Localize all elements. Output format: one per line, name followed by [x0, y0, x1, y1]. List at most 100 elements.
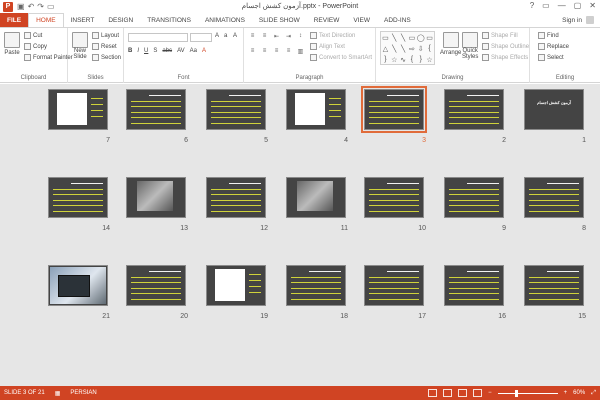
bullets-icon[interactable]: ≡ — [248, 33, 257, 40]
shadow-button[interactable]: S — [153, 48, 157, 54]
quick-styles-button[interactable]: Quick Styles — [462, 32, 478, 60]
line-shape-icon[interactable]: ╲ — [401, 34, 405, 42]
select-button[interactable]: Select — [538, 54, 564, 61]
brace-shape-icon[interactable]: { — [428, 45, 430, 52]
layout-button[interactable]: Layout — [92, 32, 119, 39]
zoom-slider-thumb[interactable] — [514, 389, 518, 397]
rect-shape-icon[interactable]: ▭ — [409, 34, 416, 42]
tab-slide-show[interactable]: SLIDE SHOW — [252, 13, 307, 27]
sign-in[interactable]: Sign in — [562, 16, 594, 24]
strikethrough-button[interactable]: abc — [162, 48, 172, 54]
slide-thumbnail[interactable] — [126, 177, 186, 218]
justify-icon[interactable]: ≡ — [284, 48, 293, 55]
shapes-gallery[interactable]: ▭ ╲ ╲ ▭ ◯ ▭ △ ╲ ╲ ⇨ ⇩{ } ☆ ∿{} ☆ — [380, 31, 435, 65]
italic-button[interactable]: I — [137, 48, 139, 54]
slide-thumbnail[interactable] — [361, 86, 427, 133]
zoom-out-icon[interactable]: − — [488, 390, 492, 396]
normal-view-icon[interactable] — [428, 389, 438, 397]
text-direction-button[interactable]: Text Direction — [310, 32, 355, 39]
decrease-indent-icon[interactable]: ⇤ — [272, 33, 281, 40]
tab-insert[interactable]: INSERT — [64, 13, 102, 27]
line-shape-icon[interactable]: ╲ — [401, 45, 405, 53]
align-text-button[interactable]: Align Text — [310, 43, 345, 50]
rect-shape-icon[interactable]: ▭ — [426, 34, 433, 42]
brace-shape-icon[interactable]: } — [420, 56, 422, 63]
change-case-button[interactable]: Aa — [190, 48, 197, 54]
slideshow-view-icon[interactable] — [473, 389, 483, 397]
new-slide-button[interactable]: New Slide — [72, 32, 88, 60]
brace-shape-icon[interactable]: { — [411, 56, 413, 63]
slide-thumbnail[interactable] — [444, 89, 504, 130]
zoom-level[interactable]: 60% — [573, 390, 585, 396]
slide-thumbnail[interactable] — [364, 265, 424, 306]
increase-indent-icon[interactable]: ⇥ — [284, 33, 293, 40]
zoom-in-icon[interactable]: + — [564, 390, 568, 396]
section-button[interactable]: Section — [92, 54, 121, 61]
reading-view-icon[interactable] — [458, 389, 468, 397]
find-button[interactable]: Find — [538, 32, 559, 39]
fit-slide-icon[interactable]: ⤢ — [591, 390, 596, 397]
slide-thumbnail[interactable] — [206, 265, 266, 306]
slide-thumbnail[interactable] — [364, 177, 424, 218]
convert-smartart-button[interactable]: Convert to SmartArt — [310, 54, 372, 61]
tab-add-ins[interactable]: ADD-INS — [377, 13, 418, 27]
shape-fill-button[interactable]: Shape Fill — [482, 32, 518, 39]
copy-button[interactable]: Copy — [24, 43, 47, 50]
slide-thumbnail[interactable] — [206, 177, 266, 218]
replace-button[interactable]: Replace — [538, 43, 569, 50]
slide-thumbnail[interactable] — [286, 177, 346, 218]
reset-button[interactable]: Reset — [92, 43, 117, 50]
arrow-shape-icon[interactable]: ⇩ — [418, 45, 424, 53]
sign-in-label[interactable]: Sign in — [562, 17, 582, 24]
slide-sorter-view-icon[interactable] — [443, 389, 453, 397]
align-left-icon[interactable]: ≡ — [248, 48, 257, 55]
shape-effects-button[interactable]: Shape Effects — [482, 54, 528, 61]
close-icon[interactable]: ✕ — [589, 1, 596, 10]
slide-thumbnail[interactable] — [48, 265, 108, 306]
underline-button[interactable]: U — [144, 48, 148, 54]
paste-button[interactable]: Paste — [4, 32, 20, 56]
help-icon[interactable]: ? — [530, 1, 534, 10]
slide-thumbnail[interactable] — [444, 265, 504, 306]
tab-design[interactable]: DESIGN — [101, 13, 140, 27]
maximize-icon[interactable]: ▢ — [574, 1, 582, 10]
slide-thumbnail[interactable] — [524, 265, 584, 306]
tab-view[interactable]: VIEW — [346, 13, 377, 27]
tab-transitions[interactable]: TRANSITIONS — [140, 13, 198, 27]
align-right-icon[interactable]: ≡ — [272, 48, 281, 55]
shrink-font-button[interactable]: a — [224, 33, 227, 39]
grow-font-button[interactable]: A — [215, 33, 219, 39]
slide-thumbnail[interactable] — [206, 89, 266, 130]
font-name-input[interactable] — [128, 33, 188, 42]
textbox-shape-icon[interactable]: ▭ — [382, 34, 389, 42]
slide-thumbnail[interactable] — [126, 89, 186, 130]
triangle-shape-icon[interactable]: △ — [383, 45, 388, 53]
slide-thumbnail[interactable] — [524, 177, 584, 218]
font-size-input[interactable] — [190, 33, 212, 42]
star-shape-icon[interactable]: ☆ — [426, 56, 432, 64]
arrow-shape-icon[interactable]: ⇨ — [409, 45, 415, 53]
slide-thumbnail[interactable] — [444, 177, 504, 218]
bold-button[interactable]: B — [128, 48, 132, 54]
language-indicator[interactable]: PERSIAN — [70, 390, 96, 396]
align-center-icon[interactable]: ≡ — [260, 48, 269, 55]
cut-button[interactable]: Cut — [24, 32, 42, 39]
tab-animations[interactable]: ANIMATIONS — [198, 13, 252, 27]
slide-thumbnail[interactable] — [126, 265, 186, 306]
spacing-button[interactable]: AV — [177, 48, 185, 54]
language-icon[interactable]: ▦ — [55, 390, 61, 397]
star-shape-icon[interactable]: ☆ — [391, 56, 397, 64]
tab-review[interactable]: REVIEW — [307, 13, 347, 27]
brace-shape-icon[interactable]: } — [384, 56, 386, 63]
font-color-button[interactable]: A — [202, 48, 206, 54]
clear-format-button[interactable]: A — [233, 33, 237, 39]
slide-thumbnail[interactable] — [286, 89, 346, 130]
line-shape-icon[interactable]: ╲ — [392, 34, 396, 42]
zoom-slider[interactable] — [497, 389, 558, 397]
columns-icon[interactable]: ▥ — [296, 48, 305, 55]
shape-outline-button[interactable]: Shape Outline — [482, 43, 529, 50]
minimize-icon[interactable]: — — [558, 1, 566, 10]
slide-thumbnail[interactable] — [286, 265, 346, 306]
slide-thumbnail[interactable] — [48, 89, 108, 130]
line-spacing-icon[interactable]: ↕ — [296, 33, 305, 40]
